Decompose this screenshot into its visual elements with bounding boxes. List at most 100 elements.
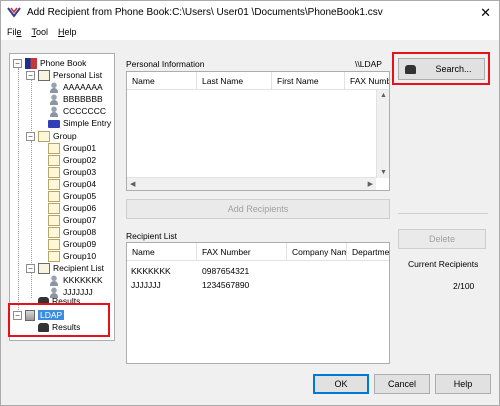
tree-label: Group04 (63, 179, 97, 189)
header-text: FAX Numb (350, 76, 389, 86)
tree-item-group10[interactable]: Group10 (48, 250, 96, 262)
tree-item-person[interactable]: CCCCCCC (48, 105, 106, 117)
tree-item-group07[interactable]: Group07 (48, 214, 96, 226)
tree-item-person[interactable]: BBBBBBB (48, 93, 103, 105)
person-icon (48, 81, 60, 93)
group-icon (48, 226, 60, 238)
highlight-search-box (392, 52, 490, 85)
person-icon (48, 93, 60, 105)
header-text: Last Name (202, 76, 244, 86)
cancel-button[interactable]: Cancel (374, 374, 430, 394)
recipient-list-icon (38, 262, 50, 274)
recipient-list-label: Recipient List (126, 231, 178, 241)
collapse-icon[interactable]: − (13, 58, 22, 68)
group-icon (38, 130, 50, 142)
recipient-row-fax[interactable]: 0987654321 (202, 266, 249, 276)
horizontal-scrollbar[interactable]: ◀ ▶ (127, 177, 376, 190)
tree-label: Group06 (63, 203, 97, 213)
ok-button[interactable]: OK (313, 374, 369, 394)
tree-label: Group09 (63, 239, 97, 249)
tree-label: Group10 (63, 251, 97, 261)
scroll-right-icon[interactable]: ▶ (368, 180, 373, 188)
column-header-first-name[interactable]: First Name (272, 72, 345, 89)
group-icon (48, 238, 60, 250)
personal-info-grid[interactable]: Name Last Name First Name FAX Numb ▲ ▼ ◀… (126, 71, 390, 191)
tree-item-simple-entry[interactable]: Simple Entry (48, 117, 111, 129)
title-bar: Add Recipient from Phone Book:C:\Users\ … (1, 1, 499, 23)
tree-item-group08[interactable]: Group08 (48, 226, 96, 238)
tree-item-group[interactable]: − Group (26, 130, 77, 142)
tree-item-group06[interactable]: Group06 (48, 202, 96, 214)
scroll-up-icon[interactable]: ▲ (380, 92, 387, 99)
personal-list-icon (38, 69, 50, 81)
window-title: Add Recipient from Phone Book:C:\Users\ … (27, 6, 383, 18)
column-header-name[interactable]: Name (127, 72, 197, 89)
collapse-icon[interactable]: − (26, 131, 35, 141)
recipient-row-fax[interactable]: 1234567890 (202, 280, 249, 290)
tree-item-recipient-list[interactable]: − Recipient List (26, 262, 104, 274)
help-button[interactable]: Help (435, 374, 491, 394)
tree-label: JJJJJJJ (63, 287, 93, 297)
separator (398, 213, 488, 214)
tree-label: Phone Book (40, 58, 87, 68)
scroll-down-icon[interactable]: ▼ (380, 169, 387, 176)
tree-item-group01[interactable]: Group01 (48, 142, 96, 154)
tree-label: Recipient List (53, 263, 105, 273)
menu-help[interactable]: Help (58, 27, 77, 37)
phone-book-icon (25, 57, 37, 69)
tree-label: Simple Entry (63, 118, 112, 128)
group-icon (48, 202, 60, 214)
menu-bar: File Tool Help (1, 23, 499, 40)
vertical-scrollbar[interactable]: ▲ ▼ (376, 90, 389, 178)
header-text: Name (132, 76, 155, 86)
menu-tool[interactable]: Tool (32, 27, 49, 37)
tree-item-personal-list[interactable]: − Personal List (26, 69, 102, 81)
scroll-left-icon[interactable]: ◀ (130, 180, 135, 188)
column-header-fax-number[interactable]: FAX Number (197, 243, 287, 260)
add-recipients-label: Add Recipients (227, 204, 289, 214)
column-header-last-name[interactable]: Last Name (197, 72, 272, 89)
tree-item-group04[interactable]: Group04 (48, 178, 96, 190)
column-header-name[interactable]: Name (127, 243, 197, 260)
tree-item-group09[interactable]: Group09 (48, 238, 96, 250)
tree-item-group02[interactable]: Group02 (48, 154, 96, 166)
group-icon (48, 154, 60, 166)
tree-label: Group03 (63, 167, 97, 177)
group-icon (48, 166, 60, 178)
collapse-icon[interactable]: − (26, 70, 35, 80)
phone-book-tree[interactable]: − Phone Book − Personal List AAAAAAA BBB… (9, 53, 115, 341)
current-recipients-count: 2/100 (453, 281, 475, 291)
group-icon (48, 250, 60, 262)
tree-item-person[interactable]: AAAAAAA (48, 81, 103, 93)
ok-label: OK (334, 379, 348, 389)
header-text: Company Name (292, 247, 346, 257)
group-icon (48, 214, 60, 226)
menu-file[interactable]: File (7, 27, 22, 37)
tree-label: Group07 (63, 215, 97, 225)
person-icon (48, 274, 60, 286)
recipient-row-name[interactable]: KKKKKKK (131, 266, 171, 276)
column-header-company-name[interactable]: Company Name (287, 243, 347, 260)
personal-info-header: Name Last Name First Name FAX Numb (127, 72, 389, 90)
recipient-list-grid[interactable]: Name FAX Number Company Name Departmer K… (126, 242, 390, 364)
close-icon[interactable]: ✕ (480, 5, 491, 21)
tree-label: CCCCCCC (63, 106, 106, 116)
collapse-icon[interactable]: − (26, 263, 35, 273)
recipient-list-header: Name FAX Number Company Name Departmer (127, 243, 389, 261)
tree-label: Group (53, 131, 77, 141)
add-recipient-dialog: Add Recipient from Phone Book:C:\Users\ … (0, 0, 500, 406)
column-header-fax-number[interactable]: FAX Numb (345, 72, 389, 89)
header-text: Departmer (352, 247, 389, 257)
tree-label: AAAAAAA (63, 82, 103, 92)
tree-item-recipient[interactable]: KKKKKKK (48, 274, 103, 286)
delete-button[interactable]: Delete (398, 229, 486, 249)
tree-item-group03[interactable]: Group03 (48, 166, 96, 178)
group-icon (48, 190, 60, 202)
tree-label: Personal List (53, 70, 103, 80)
recipient-row-name[interactable]: JJJJJJJ (131, 280, 161, 290)
tree-item-group05[interactable]: Group05 (48, 190, 96, 202)
add-recipients-button[interactable]: Add Recipients (126, 199, 390, 219)
tree-root-phone-book[interactable]: − Phone Book (13, 57, 86, 69)
cancel-label: Cancel (387, 379, 416, 389)
column-header-department[interactable]: Departmer (347, 243, 389, 260)
